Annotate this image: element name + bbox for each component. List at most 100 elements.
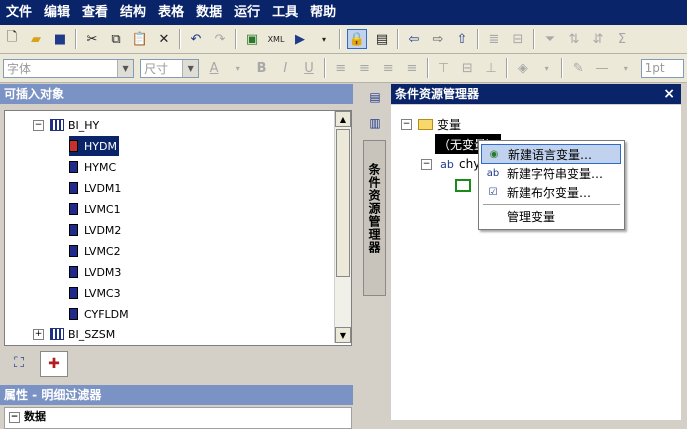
fill-color-icon[interactable]: ◈: [514, 59, 532, 77]
font-color-icon[interactable]: A: [205, 59, 223, 77]
tree-node-lvdm2[interactable]: LVDM2: [69, 220, 121, 240]
summary-icon[interactable]: Σ: [613, 30, 631, 48]
undo-icon[interactable]: ↶: [187, 30, 205, 48]
context-menu: ◉ 新建语言变量… ab 新建字符串变量… ☑ 新建布尔变量… 管理变量: [478, 140, 625, 230]
font-family-combo[interactable]: 字体 ▼: [3, 58, 135, 78]
align-left-icon[interactable]: ≡: [332, 59, 350, 77]
scroll-up-icon[interactable]: ▲: [335, 111, 351, 127]
menu-item-manage-variables[interactable]: 管理变量: [481, 206, 621, 226]
open-folder-icon[interactable]: ▰: [27, 30, 45, 48]
condition-explorer-tab[interactable]: 条件资源管理器: [363, 140, 386, 296]
up-arrow-icon[interactable]: ⇧: [453, 30, 471, 48]
back-arrow-icon[interactable]: ⇦: [405, 30, 423, 48]
menu-edit[interactable]: 编辑: [38, 0, 76, 25]
chevron-down-icon[interactable]: ▼: [182, 59, 199, 77]
tree-node-lvdm1[interactable]: LVDM1: [69, 178, 121, 198]
tree-scrollbar[interactable]: ▲ ▼: [334, 111, 351, 343]
bold-icon[interactable]: B: [253, 59, 271, 77]
tree-node-value[interactable]: [455, 175, 471, 195]
folder-icon: [418, 118, 433, 130]
line-width-combo[interactable]: 1pt: [640, 58, 684, 78]
menu-help[interactable]: 帮助: [304, 0, 342, 25]
menu-item-new-boolean-variable[interactable]: ☑ 新建布尔变量…: [481, 182, 621, 202]
tree-node-lvmc3[interactable]: LVMC3: [69, 283, 121, 303]
collapse-icon[interactable]: −: [401, 118, 412, 130]
scroll-down-icon[interactable]: ▼: [335, 327, 351, 343]
fill-color-dropdown-icon[interactable]: ▾: [538, 59, 556, 77]
sort-group-icon[interactable]: ⇵: [589, 30, 607, 48]
tree-node-bi-szsm[interactable]: + BI_SZSM: [33, 324, 115, 344]
tree-node-lvdm3[interactable]: LVDM3: [69, 262, 121, 282]
chevron-down-icon[interactable]: ▼: [117, 59, 134, 77]
tree-node-hydm[interactable]: HYDM: [69, 136, 119, 156]
cut-icon[interactable]: ✂: [83, 30, 101, 48]
tree-node-label: 变量: [437, 117, 462, 132]
collapse-icon[interactable]: −: [33, 119, 44, 131]
section-icon[interactable]: ⊟: [509, 30, 527, 48]
insertable-objects-tree[interactable]: − BI_HY HYDM HYMC LVDM1 LVMC1 LVDM2 LVMC…: [4, 110, 352, 346]
tree-node-variables[interactable]: − 变量: [401, 114, 461, 134]
valign-bottom-icon[interactable]: ⊥: [482, 59, 500, 77]
tree-node-lvmc2[interactable]: LVMC2: [69, 241, 121, 261]
menu-item-new-string-variable[interactable]: ab 新建字符串变量…: [481, 163, 621, 183]
properties-body[interactable]: − 数据: [4, 407, 352, 429]
redo-icon[interactable]: ↷: [211, 30, 229, 48]
delete-icon[interactable]: ✕: [155, 30, 173, 48]
blank-icon: [485, 208, 501, 224]
menu-data[interactable]: 数据: [190, 0, 228, 25]
group-icon[interactable]: ≣: [485, 30, 503, 48]
tree-node-hymc[interactable]: HYMC: [69, 157, 116, 177]
run-dropdown-icon[interactable]: ▾: [315, 30, 333, 48]
filter-icon[interactable]: ⏷: [541, 30, 559, 48]
menu-table[interactable]: 表格: [152, 0, 190, 25]
collapse-icon[interactable]: −: [9, 412, 20, 423]
scroll-thumb[interactable]: [336, 129, 350, 277]
font-size-combo[interactable]: 尺寸 ▼: [140, 58, 200, 78]
line-style-icon[interactable]: —: [593, 59, 611, 77]
lock-icon[interactable]: 🔒: [347, 29, 367, 49]
tree-node-bi-hy[interactable]: − BI_HY: [33, 115, 99, 135]
valign-middle-icon[interactable]: ⊟: [459, 59, 477, 77]
forward-arrow-icon[interactable]: ⇨: [429, 30, 447, 48]
justify-icon[interactable]: ≡: [403, 59, 421, 77]
expand-icon[interactable]: +: [33, 328, 44, 340]
format-toolbar: 字体 ▼ 尺寸 ▼ A ▾ B I U ≡ ≡ ≡ ≡ ⊤ ⊟ ⊥ ◈ ▾ ✎ …: [0, 54, 687, 83]
view-data-icon[interactable]: ▣: [243, 30, 261, 48]
collapse-icon[interactable]: −: [421, 158, 432, 170]
sort-icon[interactable]: ⇅: [565, 30, 583, 48]
valign-top-icon[interactable]: ⊤: [435, 59, 453, 77]
save-icon[interactable]: ■: [51, 30, 69, 48]
toolbar-separator: [397, 29, 399, 49]
tree-node-label: HYDM: [84, 139, 117, 153]
run-report-icon[interactable]: ▶: [291, 30, 309, 48]
border-color-icon[interactable]: ✎: [569, 59, 587, 77]
tree-node-lvmc1[interactable]: LVMC1: [69, 199, 121, 219]
font-color-dropdown-icon[interactable]: ▾: [229, 59, 247, 77]
menu-run[interactable]: 运行: [228, 0, 266, 25]
menu-tools[interactable]: 工具: [266, 0, 304, 25]
menu-item-new-language-variable[interactable]: ◉ 新建语言变量…: [481, 144, 621, 164]
underline-icon[interactable]: U: [300, 59, 318, 77]
align-center-icon[interactable]: ≡: [356, 59, 374, 77]
toolbox-tab-icon[interactable]: ✚: [40, 351, 68, 377]
italic-icon[interactable]: I: [276, 59, 294, 77]
menu-separator: [483, 204, 620, 205]
close-icon[interactable]: ×: [663, 84, 675, 104]
page-explorer-icon[interactable]: ▤: [366, 88, 384, 106]
copy-icon[interactable]: ⧉: [107, 30, 125, 48]
line-width-value: 1pt: [644, 61, 665, 75]
menu-view[interactable]: 查看: [76, 0, 114, 25]
xml-icon[interactable]: XML: [267, 30, 285, 48]
new-file-icon[interactable]: 🗋: [3, 30, 21, 48]
tree-node-chy[interactable]: − ab chy: [421, 154, 480, 174]
paste-icon[interactable]: 📋: [131, 30, 149, 48]
menu-file[interactable]: 文件: [0, 0, 38, 25]
tree-node-cyfldm[interactable]: CYFLDM: [69, 304, 129, 324]
align-right-icon[interactable]: ≡: [379, 59, 397, 77]
source-tab-icon[interactable]: ⛶: [6, 351, 32, 375]
menu-structure[interactable]: 结构: [114, 0, 152, 25]
layout-icon[interactable]: ▤: [373, 30, 391, 48]
right-edge-scrollbar[interactable]: [681, 84, 687, 420]
line-style-dropdown-icon[interactable]: ▾: [617, 59, 635, 77]
query-explorer-icon[interactable]: ▥: [366, 114, 384, 132]
